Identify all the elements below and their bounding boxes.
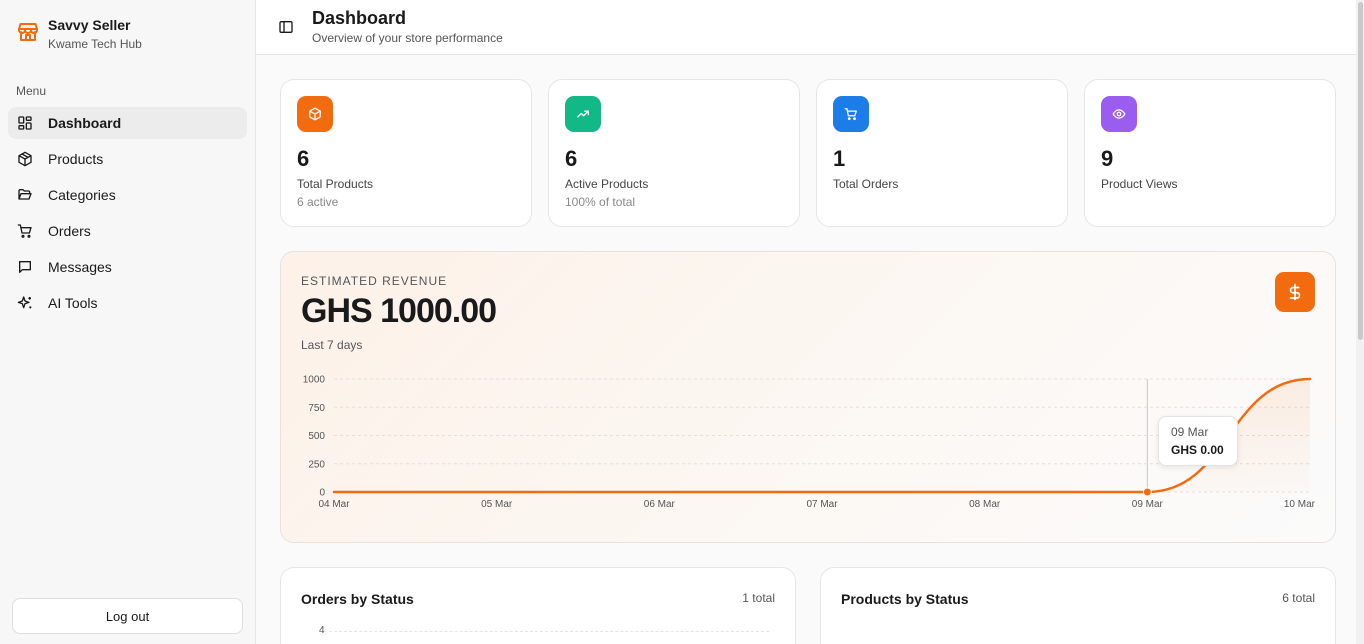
dollar-icon: [1275, 272, 1315, 312]
stat-card-active-products: 6 Active Products 100% of total: [548, 79, 800, 227]
stat-value: 6: [565, 146, 578, 171]
stat-subtext: 6 active: [297, 195, 339, 209]
cart-icon: [17, 224, 32, 238]
x-axis-tick: 04 Mar: [318, 499, 350, 510]
eye-icon: [1101, 96, 1137, 132]
sidebar-item-label: Dashboard: [48, 115, 122, 131]
x-axis-tick: 06 Mar: [644, 499, 676, 510]
y-axis-tick: 4: [319, 625, 325, 636]
package-icon: [18, 151, 32, 167]
stat-card-total-orders: 1 Total Orders: [816, 79, 1068, 227]
card-total: 6 total: [1282, 591, 1315, 605]
page-header: Dashboard Overview of your store perform…: [256, 0, 1364, 55]
revenue-value: GHS 1000.00: [301, 292, 497, 330]
stat-value: 6: [297, 146, 310, 171]
revenue-label: ESTIMATED REVENUE: [301, 274, 448, 288]
page-title: Dashboard: [312, 8, 407, 28]
sidebar-item-label: Categories: [48, 187, 116, 203]
stat-label: Product Views: [1101, 177, 1178, 191]
sidebar-toggle-icon[interactable]: [278, 19, 294, 35]
sidebar-item-label: Messages: [48, 259, 112, 275]
stat-subtext: 100% of total: [565, 195, 636, 209]
page-subtitle: Overview of your store performance: [312, 31, 503, 45]
x-axis-tick: 05 Mar: [481, 499, 513, 510]
sidebar-item-label: Products: [48, 151, 104, 167]
sidebar-nav: Dashboard Products Categories Orders Mes…: [8, 107, 247, 323]
data-point: [1142, 487, 1152, 497]
sidebar-item-label: AI Tools: [48, 295, 98, 311]
card-title: Products by Status: [841, 591, 969, 607]
sidebar-item-label: Orders: [48, 223, 91, 239]
revenue-period: Last 7 days: [301, 338, 363, 352]
y-axis-tick: 250: [308, 459, 325, 470]
stat-label: Total Orders: [833, 177, 899, 191]
logout-button[interactable]: Log out: [12, 598, 243, 634]
x-axis-tick: 10 Mar: [1284, 499, 1316, 510]
tooltip-date: 09 Mar: [1171, 425, 1209, 439]
revenue-card: 0 250 500 750 1000 04 Mar 05 Mar 06 Mar 07 Mar 08…: [280, 251, 1336, 543]
cart-icon: [833, 96, 869, 132]
chart-tooltip: 09 Mar GHS 0.00: [1158, 416, 1238, 466]
stat-label: Active Products: [565, 177, 649, 191]
x-axis-tick: 09 Mar: [1132, 499, 1164, 510]
orders-by-status-card: Orders by Status 1 total 4: [280, 567, 796, 644]
sidebar: Savvy Seller Kwame Tech Hub Menu Dashboa…: [0, 0, 256, 644]
grid-line: [329, 631, 769, 632]
sidebar-item-orders[interactable]: Orders: [8, 215, 247, 247]
sidebar-item-dashboard[interactable]: Dashboard: [8, 107, 247, 139]
menu-label: Menu: [16, 84, 47, 98]
sidebar-item-products[interactable]: Products: [8, 143, 247, 175]
tooltip-value: GHS 0.00: [1171, 443, 1224, 457]
brand: Savvy Seller Kwame Tech Hub: [16, 16, 142, 52]
trending-up-icon: [565, 96, 601, 132]
stat-value: 1: [833, 146, 846, 171]
products-by-status-card: Products by Status 6 total: [820, 567, 1336, 644]
store-icon: [18, 23, 38, 41]
sidebar-item-categories[interactable]: Categories: [8, 179, 247, 211]
stat-label: Total Products: [297, 177, 374, 191]
stat-card-total-products: 6 Total Products 6 active: [280, 79, 532, 227]
sidebar-item-messages[interactable]: Messages: [8, 251, 247, 283]
y-axis-tick: 750: [308, 403, 325, 414]
x-axis-tick: 08 Mar: [969, 499, 1001, 510]
sidebar-item-ai-tools[interactable]: AI Tools: [8, 287, 247, 319]
stat-value: 9: [1101, 146, 1114, 171]
brand-subtitle: Kwame Tech Hub: [48, 37, 142, 51]
scrollbar-thumb[interactable]: [1358, 2, 1363, 340]
folder-icon: [18, 189, 32, 200]
y-axis-tick: 500: [308, 431, 325, 442]
y-axis-tick: 1000: [303, 375, 326, 386]
y-axis-tick: 0: [319, 488, 325, 499]
message-icon: [19, 261, 31, 273]
card-title: Orders by Status: [301, 591, 414, 607]
sparkles-icon: [17, 296, 32, 309]
dashboard-icon: [18, 116, 32, 130]
card-total: 1 total: [742, 591, 775, 605]
brand-name: Savvy Seller: [48, 17, 131, 33]
package-icon: [297, 96, 333, 132]
stat-card-product-views: 9 Product Views: [1084, 79, 1336, 227]
x-axis-tick: 07 Mar: [806, 499, 838, 510]
